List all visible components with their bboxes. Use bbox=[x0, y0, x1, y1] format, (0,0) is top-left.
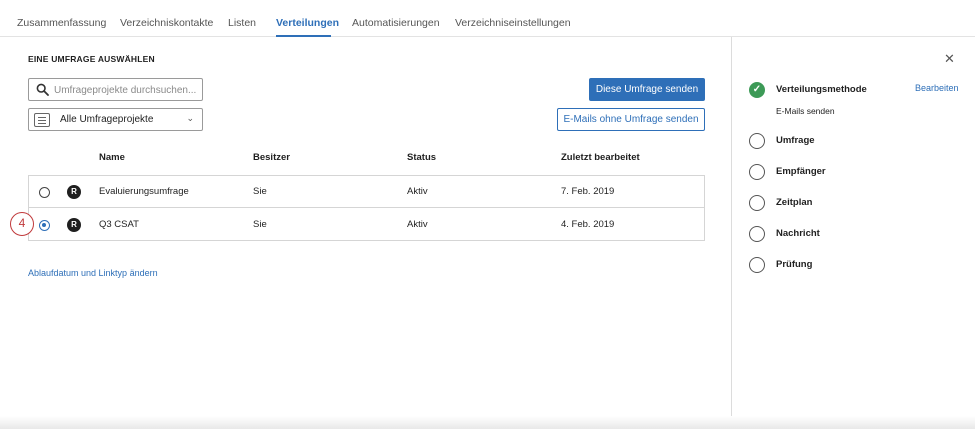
survey-status: Aktiv bbox=[407, 186, 428, 197]
tab-bar: Zusammenfassung Verzeichniskontakte List… bbox=[0, 8, 975, 37]
tab-automatisierungen[interactable]: Automatisierungen bbox=[352, 17, 440, 29]
survey-name: Q3 CSAT bbox=[99, 219, 139, 230]
section-title: EINE UMFRAGE AUSWÄHLEN bbox=[28, 54, 155, 64]
filter-selected-value: Alle Umfrageprojekte bbox=[60, 114, 154, 125]
tab-listen[interactable]: Listen bbox=[228, 17, 256, 29]
row-radio[interactable] bbox=[39, 187, 50, 198]
top-strip bbox=[0, 0, 975, 8]
survey-name: Evaluierungsumfrage bbox=[99, 186, 189, 197]
send-survey-button[interactable]: Diese Umfrage senden bbox=[589, 78, 705, 101]
step-circle-icon bbox=[749, 257, 765, 273]
step-circle-icon bbox=[749, 133, 765, 149]
edit-link[interactable]: Bearbeiten bbox=[915, 83, 959, 93]
check-icon: ✓ bbox=[749, 82, 765, 98]
survey-filter-select[interactable]: Alle Umfrageprojekte ⌄ bbox=[28, 108, 203, 131]
search-icon bbox=[36, 83, 49, 96]
step-recipients: Empfänger bbox=[776, 166, 826, 177]
step-distribution-method-value: E-Mails senden bbox=[776, 106, 835, 116]
list-icon bbox=[34, 113, 50, 127]
step-review: Prüfung bbox=[776, 259, 813, 270]
survey-type-badge: R bbox=[67, 185, 81, 199]
main-panel: EINE UMFRAGE AUSWÄHLEN Alle Umfrageproje… bbox=[0, 37, 731, 429]
step-circle-icon bbox=[749, 164, 765, 180]
step-schedule: Zeitplan bbox=[776, 197, 813, 208]
survey-table bbox=[28, 175, 705, 241]
column-header-owner[interactable]: Besitzer bbox=[253, 152, 290, 163]
tab-verzeichniskontakte[interactable]: Verzeichniskontakte bbox=[120, 17, 213, 29]
step-message: Nachricht bbox=[776, 228, 820, 239]
close-icon[interactable]: ✕ bbox=[944, 52, 955, 65]
step-number-marker: 4 bbox=[10, 212, 34, 236]
bottom-shadow bbox=[0, 416, 975, 429]
row-divider bbox=[28, 207, 705, 208]
distribution-steps-panel: ✕ ✓ Verteilungsmethode Bearbeiten E-Mail… bbox=[732, 37, 975, 429]
survey-type-badge: R bbox=[67, 218, 81, 232]
send-without-survey-button[interactable]: E-Mails ohne Umfrage senden bbox=[557, 108, 705, 131]
column-header-last-edited[interactable]: Zuletzt bearbeitet bbox=[561, 152, 640, 163]
tab-verteilungen[interactable]: Verteilungen bbox=[276, 17, 339, 29]
survey-owner: Sie bbox=[253, 186, 267, 197]
survey-owner: Sie bbox=[253, 219, 267, 230]
chevron-down-icon: ⌄ bbox=[186, 113, 194, 123]
survey-last-edited: 4. Feb. 2019 bbox=[561, 219, 615, 230]
change-expiry-link[interactable]: Ablaufdatum und Linktyp ändern bbox=[28, 268, 158, 278]
survey-status: Aktiv bbox=[407, 219, 428, 230]
step-distribution-method: Verteilungsmethode bbox=[776, 84, 867, 95]
row-radio-selected[interactable] bbox=[39, 220, 50, 231]
step-circle-icon bbox=[749, 226, 765, 242]
tab-verzeichniseinstellungen[interactable]: Verzeichniseinstellungen bbox=[455, 17, 571, 29]
survey-last-edited: 7. Feb. 2019 bbox=[561, 186, 615, 197]
step-survey: Umfrage bbox=[776, 135, 815, 146]
column-header-status[interactable]: Status bbox=[407, 152, 436, 163]
column-header-name[interactable]: Name bbox=[99, 152, 125, 163]
search-input[interactable] bbox=[54, 82, 199, 98]
step-circle-icon bbox=[749, 195, 765, 211]
survey-search-field[interactable] bbox=[28, 78, 203, 101]
tab-zusammenfassung[interactable]: Zusammenfassung bbox=[17, 17, 106, 29]
